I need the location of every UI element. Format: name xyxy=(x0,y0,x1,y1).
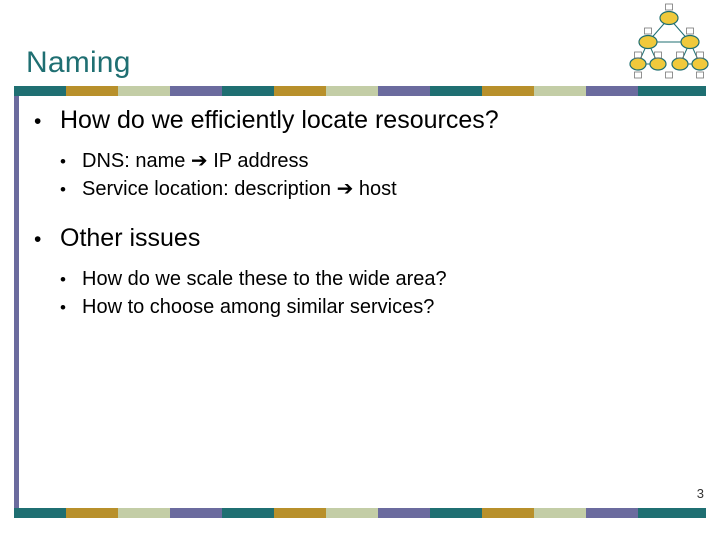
left-accent-bar xyxy=(14,86,19,514)
strip-segment xyxy=(430,86,482,96)
strip-segment xyxy=(638,86,706,96)
top-color-strip xyxy=(14,86,706,96)
strip-segment xyxy=(274,508,326,518)
strip-segment xyxy=(326,86,378,96)
strip-segment xyxy=(482,508,534,518)
strip-segment xyxy=(118,86,170,96)
strip-segment xyxy=(274,86,326,96)
bullet-marker: • xyxy=(34,110,42,133)
strip-segment xyxy=(14,86,66,96)
bullet-marker: • xyxy=(60,297,66,317)
strip-segment xyxy=(170,86,222,96)
bullet-level2: • How do we scale these to the wide area? xyxy=(26,266,696,293)
strip-segment xyxy=(534,86,586,96)
strip-segment xyxy=(638,508,706,518)
strip-segment xyxy=(222,508,274,518)
bullet-marker: • xyxy=(60,270,66,290)
strip-segment xyxy=(534,508,586,518)
bottom-color-strip xyxy=(14,508,706,518)
strip-segment xyxy=(482,86,534,96)
strip-segment xyxy=(66,508,118,518)
bullet-text: How do we efficiently locate resources? xyxy=(60,106,499,134)
strip-segment xyxy=(378,508,430,518)
bullet-marker: • xyxy=(34,228,42,252)
bullet-text: Other issues xyxy=(60,224,201,253)
bullet-level2: • How to choose among similar services? xyxy=(26,294,696,321)
bullet-marker: • xyxy=(60,152,66,171)
page-title: Naming xyxy=(26,46,131,80)
page-number: 3 xyxy=(696,486,704,501)
bullet-text: Service location: description ➔ host xyxy=(82,177,397,200)
strip-segment xyxy=(118,508,170,518)
network-nodes-decoration xyxy=(629,3,709,79)
strip-segment xyxy=(222,86,274,96)
bullet-level2: • Service location: description ➔ host xyxy=(26,176,696,203)
slide: Naming • How do we efficiently locate re… xyxy=(0,0,720,540)
strip-segment xyxy=(378,86,430,96)
strip-segment xyxy=(66,86,118,96)
strip-segment xyxy=(586,86,638,96)
strip-segment xyxy=(14,508,66,518)
bullet-text: How do we scale these to the wide area? xyxy=(82,268,447,291)
bullet-text: How to choose among similar services? xyxy=(82,295,435,318)
slide-content: • How do we efficiently locate resources?… xyxy=(26,104,696,321)
bullet-level1: • How do we efficiently locate resources? xyxy=(26,104,696,136)
bullet-marker: • xyxy=(60,179,66,199)
strip-segment xyxy=(586,508,638,518)
strip-segment xyxy=(326,508,378,518)
bullet-text: DNS: name ➔ IP address xyxy=(82,150,309,172)
strip-segment xyxy=(430,508,482,518)
bullet-level2: • DNS: name ➔ IP address xyxy=(26,148,696,175)
bullet-level1: • Other issues xyxy=(26,222,696,254)
strip-segment xyxy=(170,508,222,518)
